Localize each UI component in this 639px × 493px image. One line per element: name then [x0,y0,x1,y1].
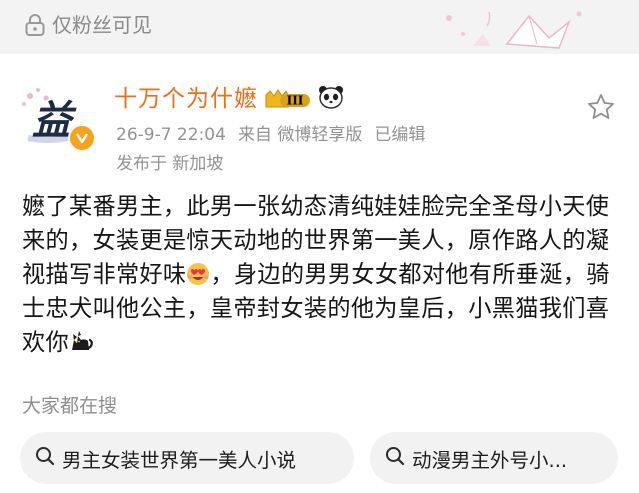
decoration-illustration [429,4,599,58]
search-suggestion-label: 动漫男主外号小... [412,448,568,472]
author-row: 十万个为什嬷 III [114,84,344,114]
visibility-label: 仅粉丝可见 [52,13,152,37]
search-suggestion-chip[interactable]: 动漫男主外号小... [370,432,618,484]
search-suggestions-heading: 大家都在搜 [22,395,118,417]
search-icon [384,445,406,471]
visibility-indicator: 仅粉丝可见 [24,12,152,38]
location-label: 发布于 新加坡 [116,154,224,174]
post-location: 发布于 新加坡 [116,153,223,175]
star-icon [586,94,616,126]
black-cat-emoji-icon [69,328,95,354]
search-icon [34,445,56,471]
search-suggestion-label: 男主女装世界第一美人小说 [62,448,297,472]
search-suggestion-chip[interactable]: 男主女装世界第一美人小说 [20,432,354,484]
panda-icon [318,85,344,113]
author-name[interactable]: 十万个为什嬷 [114,84,258,114]
favorite-button[interactable] [586,92,616,122]
post-text: 嬷了某番男主，此男一张幼态清纯娃娃脸完全圣母小天使来的，女装更是惊天动地的世界第… [22,190,622,360]
heart-eyes-emoji-icon [186,262,210,286]
post-timestamp: 26-9-7 22:04 [116,125,226,145]
visibility-bar: 仅粉丝可见 [0,0,639,54]
verified-badge [68,124,96,152]
post-meta: 26-9-7 22:04 来自 微博轻享版 已编辑 [116,124,425,146]
rank-badge[interactable]: III [264,87,312,111]
lock-icon [24,13,46,37]
edited-label[interactable]: 已编辑 [374,124,425,146]
rank-badge-text: III [287,94,304,108]
post-source: 来自 微博轻享版 [237,125,363,145]
